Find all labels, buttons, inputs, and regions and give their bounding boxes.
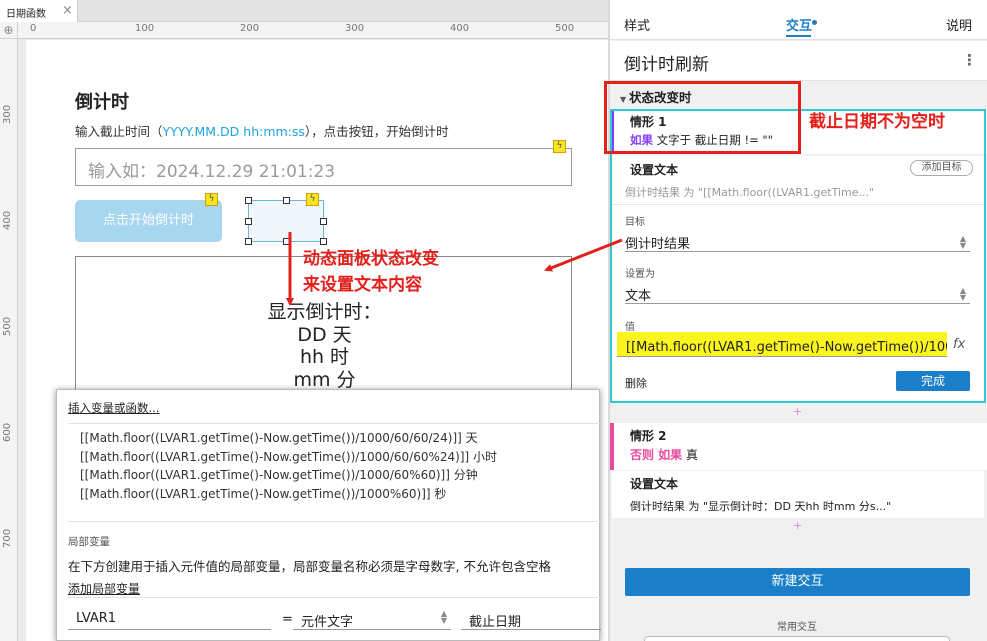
- deadline-input-placeholder: 输入如：2024.12.29 21:01:23: [88, 162, 336, 182]
- ruler-h-label: 300: [345, 23, 365, 34]
- annotation-line: 来设置文本内容: [303, 275, 422, 295]
- action-summary: 倒计时结果 为 "显示倒计时：DD 天hh 时mm 分s...": [630, 500, 892, 513]
- dynamic-panel[interactable]: ϟ: [245, 193, 327, 245]
- resize-handle[interactable]: [283, 197, 290, 204]
- case-2-title: 情形 2: [630, 429, 667, 443]
- result-line: hh 时: [299, 346, 350, 368]
- instruction-format: YYYY.MM.DD hh:mm:ss: [162, 124, 305, 139]
- instruction-suffix: ），点击按钮，开始倒计时: [304, 124, 449, 139]
- ruler-h-label: 200: [240, 23, 260, 34]
- case-2-color-bar: [610, 423, 614, 470]
- resize-handle[interactable]: [245, 197, 252, 204]
- divider: [68, 597, 600, 598]
- local-variable-name-field[interactable]: LVAR1: [68, 606, 271, 630]
- start-countdown-button[interactable]: 点击开始倒计时: [75, 200, 222, 242]
- local-variables-description: 在下方创建用于插入元件值的局部变量，局部变量名称必须是字母数字, 不允许包含空格: [68, 559, 551, 574]
- else-if-keyword: 否则 如果: [630, 448, 683, 462]
- tab-notes[interactable]: 说明: [946, 15, 972, 34]
- deadline-input[interactable]: 输入如：2024.12.29 21:01:23 ϟ: [75, 140, 572, 186]
- ruler-v-label: 600: [2, 422, 13, 442]
- insert-variable-dialog: 插入变量或函数... [[Math.floor((LVAR1.getTime()…: [56, 389, 601, 641]
- horizontal-ruler: 0 100 200 300 400 500: [18, 22, 608, 39]
- add-action-plus-icon[interactable]: +: [793, 405, 802, 418]
- ruler-h-label: 500: [555, 23, 575, 34]
- resize-handle[interactable]: [283, 238, 290, 245]
- local-variable-target-select[interactable]: 截止日期: [461, 606, 601, 630]
- local-variable-type-value: 元件文字: [301, 615, 354, 630]
- ruler-v-label: 400: [2, 210, 13, 230]
- common-interaction-item[interactable]: [644, 636, 950, 641]
- resize-handle[interactable]: [245, 218, 252, 225]
- annotation-not-empty: 截止日期不为空时: [809, 112, 945, 132]
- document-tab-bar: [0, 0, 608, 22]
- page-title: 倒计时: [75, 92, 129, 113]
- instruction-prefix: 输入截止时间（: [75, 124, 163, 139]
- add-action-plus-icon[interactable]: +: [793, 519, 802, 532]
- local-variable-type-select[interactable]: 元件文字 ▲ ▼: [293, 606, 451, 630]
- tab-interaction[interactable]: 交互: [786, 15, 812, 34]
- add-local-variable-link[interactable]: 添加局部变量: [68, 580, 140, 597]
- result-line: mm 分: [293, 368, 356, 391]
- annotation-line: 动态面板状态改变: [303, 249, 439, 269]
- tab-style[interactable]: 样式: [624, 15, 650, 34]
- new-interaction-button[interactable]: 新建交互: [625, 568, 970, 596]
- equals-sign: =: [282, 612, 293, 627]
- local-variables-heading: 局部变量: [68, 536, 110, 548]
- ruler-h-label: 400: [450, 23, 470, 34]
- tab-label: 日期函数: [6, 9, 46, 20]
- annotation-dynamic-panel: 动态面板状态改变 来设置文本内容: [303, 246, 439, 298]
- active-tab-indicator: [786, 35, 811, 37]
- condition-text: 真: [686, 448, 699, 462]
- instruction-text: 输入截止时间（YYYY.MM.DD hh:mm:ss），点击按钮，开始倒计时: [75, 121, 449, 140]
- result-line: DD 天: [297, 323, 352, 346]
- case-2-condition: 否则 如果 真: [630, 446, 698, 463]
- chevron-updown-icon: ▲ ▼: [440, 609, 447, 625]
- resize-handle[interactable]: [320, 238, 327, 245]
- interaction-bolt-icon: ϟ: [306, 193, 319, 206]
- result-line: 显示倒计时：: [267, 301, 382, 323]
- ruler-v-label: 700: [2, 528, 13, 548]
- common-interactions-heading: 常用交互: [777, 622, 817, 633]
- expression-editor[interactable]: [[Math.floor((LVAR1.getTime()-Now.getTim…: [68, 424, 600, 522]
- insert-variable-link[interactable]: 插入变量或函数...: [68, 400, 159, 416]
- ruler-h-label: 100: [135, 23, 155, 34]
- ruler-v-label: 300: [2, 104, 13, 124]
- widget-name[interactable]: 倒计时刷新: [624, 50, 709, 75]
- ruler-v-label: 500: [2, 316, 13, 336]
- close-icon[interactable]: ×: [62, 3, 73, 18]
- interaction-bolt-icon: ϟ: [553, 140, 566, 153]
- action-title: 设置文本: [630, 477, 679, 491]
- ruler-h-label: 0: [30, 23, 37, 34]
- modified-dot-icon: [812, 20, 817, 25]
- countdown-result-text: 显示倒计时： DD 天 hh 时 mm 分: [76, 301, 573, 391]
- vertical-ruler: 300 400 500 600 700: [0, 39, 18, 641]
- ruler-corner-icon: ⊕: [0, 22, 18, 39]
- resize-handle[interactable]: [245, 238, 252, 245]
- more-options-icon[interactable]: ⋮: [962, 51, 977, 69]
- annotation-highlight-box: [604, 81, 801, 154]
- interaction-bolt-icon: ϟ: [205, 193, 218, 206]
- resize-handle[interactable]: [320, 218, 327, 225]
